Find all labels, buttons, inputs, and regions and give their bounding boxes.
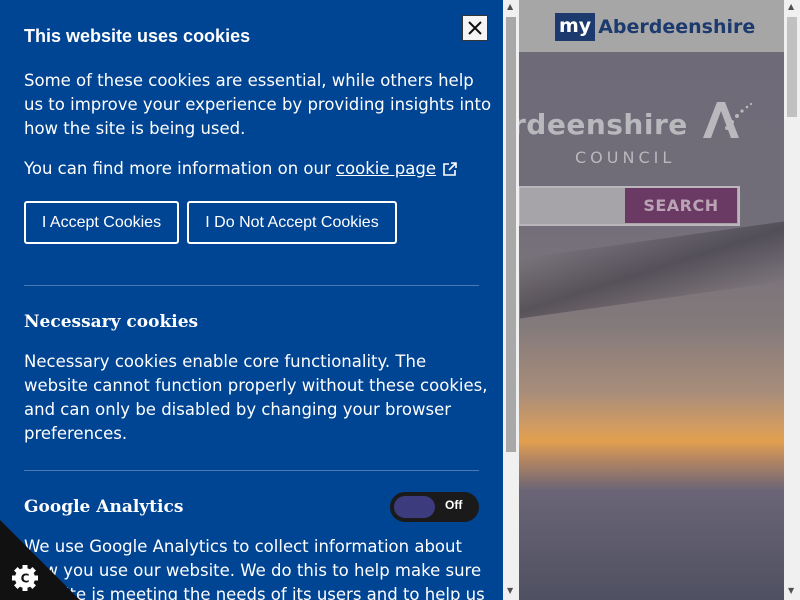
cookie-panel-title: This website uses cookies: [24, 26, 251, 46]
close-button[interactable]: [462, 15, 488, 41]
cookie-intro-text: Some of these cookies are essential, whi…: [24, 71, 492, 138]
google-analytics-toggle[interactable]: Off: [390, 492, 479, 522]
cookie-settings-button[interactable]: C: [0, 520, 80, 600]
cookie-consent-panel: This website uses cookies Some of these …: [0, 0, 503, 600]
cookie-panel-scrollbar-thumb[interactable]: [506, 17, 516, 452]
logo-my: my: [555, 12, 596, 41]
myaberdeenshire-logo[interactable]: my Aberdeenshire: [555, 12, 755, 41]
google-analytics-text: We use Google Analytics to collect infor…: [24, 537, 485, 600]
scroll-up-arrow-icon[interactable]: ▲: [507, 2, 513, 11]
logo-name: Aberdeenshire: [598, 15, 756, 38]
google-analytics-title: Google Analytics: [24, 497, 184, 517]
accept-cookies-button[interactable]: I Accept Cookies: [24, 201, 179, 244]
toggle-state-label: Off: [445, 498, 463, 512]
page-scrollbar-thumb[interactable]: [787, 17, 797, 117]
scroll-down-arrow-icon[interactable]: ▼: [788, 586, 794, 595]
external-link-icon: [443, 162, 457, 176]
close-icon: [468, 21, 482, 35]
toggle-knob: [394, 496, 435, 518]
more-info-prefix: You can find more information on our: [24, 159, 336, 178]
section-divider: [24, 285, 479, 286]
council-logo-text: rdeenshire: [512, 108, 688, 141]
council-logo-mark-icon: [700, 98, 754, 144]
reject-cookies-button[interactable]: I Do Not Accept Cookies: [187, 201, 397, 244]
section-divider: [24, 470, 479, 471]
cookie-page-link[interactable]: cookie page: [336, 159, 436, 178]
council-logo-subtext: COUNCIL: [575, 148, 676, 167]
scroll-down-arrow-icon[interactable]: ▼: [507, 586, 513, 595]
scroll-up-arrow-icon[interactable]: ▲: [788, 2, 794, 11]
necessary-cookies-title: Necessary cookies: [24, 312, 199, 332]
site-search-button[interactable]: SEARCH: [625, 188, 737, 223]
cookie-panel-scrollbar[interactable]: ▲ ▼: [503, 0, 519, 600]
cookie-more-info: You can find more information on our coo…: [24, 157, 494, 181]
page-scrollbar[interactable]: ▲ ▼: [784, 0, 800, 600]
svg-text:C: C: [21, 572, 30, 586]
cookie-settings-icon: C: [12, 565, 38, 591]
necessary-cookies-text: Necessary cookies enable core functional…: [24, 352, 488, 443]
